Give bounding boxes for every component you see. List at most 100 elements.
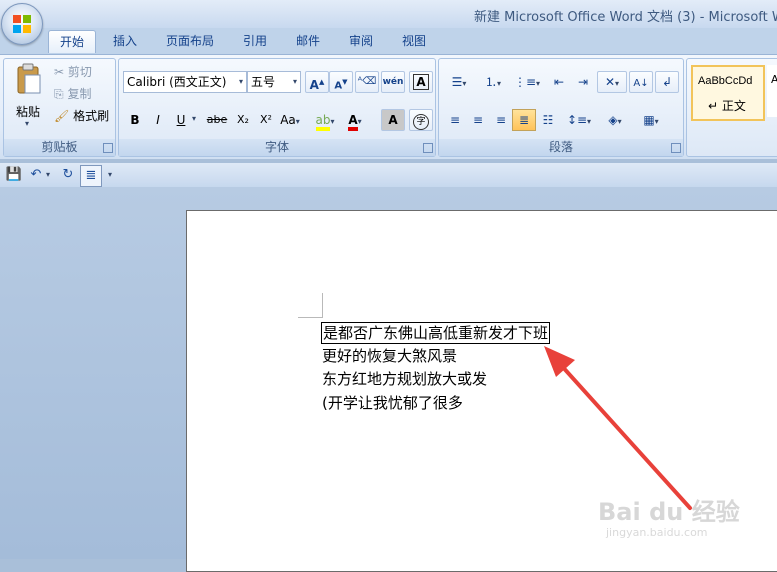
cut-label: 剪切 [67,65,92,79]
document-line[interactable]: 东方红地方规划放大或发 [322,369,487,389]
increase-indent-button[interactable]: ⇥ [571,71,595,93]
window-title: 新建 Microsoft Office Word 文档 (3) - Micros… [474,10,777,25]
grow-font-button[interactable]: A▲ [305,71,329,93]
tab-page-layout[interactable]: 页面布局 [164,30,216,52]
document-line-selected[interactable]: 是都否广东佛山高低重新发才下班 [321,322,551,344]
phonetic-guide-icon: wén [382,77,404,87]
strikethrough-button[interactable]: abe [203,109,231,131]
asian-layout-icon: ✕ [604,75,616,89]
line-spacing-icon: ↕≡ [566,113,588,127]
dialog-launcher-icon[interactable] [103,143,113,153]
paint-bucket-icon: ◈ [608,113,618,127]
change-case-button[interactable]: Aa▾ [278,109,302,131]
numbered-list-icon: ⒈ [484,75,497,89]
document-line[interactable]: 更好的恢复大煞风景 [322,346,457,366]
save-icon[interactable]: 💾 [4,165,24,185]
line-spacing-button[interactable]: ↕≡▾ [563,109,595,131]
office-button[interactable] [1,3,43,45]
font-size-select[interactable]: 五号 ▾ [247,71,301,93]
clipboard-group-label: 剪贴板 [4,139,115,156]
justify-button[interactable]: ≣ [512,109,536,131]
char-shading-button[interactable]: A [381,109,405,131]
italic-button[interactable]: I [146,109,170,131]
paragraph-group: ☰▾ ⒈▾ ⋮≡▾ ⇤ ⇥ ✕▾ A↓ ↲ ≡ ≡ ≡ ≣ ☷ ↕≡▾ ◈▾ ▦… [438,58,684,157]
borders-button[interactable]: ▦▾ [635,109,667,131]
dialog-launcher-icon[interactable] [671,143,681,153]
undo-icon[interactable]: ↶ [26,165,46,185]
show-marks-button[interactable]: ↲ [655,71,679,93]
change-case-icon: Aa [280,113,296,127]
font-color-button[interactable]: A▾ [341,109,369,131]
shrink-font-icon: A [334,80,343,92]
sort-button[interactable]: A↓ [629,71,653,93]
font-name-select[interactable]: Calibri (西文正文) ▾ [123,71,247,93]
subscript-button[interactable]: X₂ [231,109,255,131]
multilevel-list-button[interactable]: ⋮≡▾ [511,71,543,93]
copy-button[interactable]: ⎘ 复制 [54,85,91,103]
scissors-icon: ✂ [54,65,65,79]
dialog-launcher-icon[interactable] [423,143,433,153]
watermark: Bai du 经验 [598,498,740,526]
redo-icon[interactable]: ↻ [58,165,78,185]
watermark-url: jingyan.baidu.com [606,526,708,539]
distributed-button[interactable]: ☷ [536,109,560,131]
clipboard-group: 粘贴 ▾ ✂ 剪切 ⎘ 复制 🖌 格式刷 剪贴板 [3,58,116,157]
outdent-icon: ⇤ [553,75,565,89]
justify-qat-icon[interactable]: ≣ [80,165,102,187]
chevron-down-icon[interactable]: ▾ [46,170,50,179]
style-sample: AaBbCcDd [698,75,753,87]
tab-home[interactable]: 开始 [48,30,97,53]
paste-button[interactable]: 粘贴 ▾ [8,61,48,131]
office-logo-icon [13,15,31,33]
decrease-indent-button[interactable]: ⇤ [547,71,571,93]
bold-button[interactable]: B [123,109,147,131]
cut-button[interactable]: ✂ 剪切 [54,63,92,81]
brush-icon: 🖌 [54,109,70,123]
style-name: ↵ 正文 [708,99,746,113]
chevron-down-icon: ▾ [25,119,30,128]
pilcrow-icon: ↲ [661,75,673,89]
phonetic-guide-button[interactable]: wén [381,71,405,93]
format-painter-button[interactable]: 🖌 格式刷 [54,107,109,125]
clear-format-button[interactable]: ᴬ⌫ [355,71,379,93]
font-group: Calibri (西文正文) ▾ 五号 ▾ A▲ A▼ ᴬ⌫ wén A B I… [118,58,436,157]
sort-icon: A↓ [633,78,649,89]
align-center-button[interactable]: ≡ [466,109,490,131]
border-icon: ▦ [643,113,655,127]
tab-insert[interactable]: 插入 [111,30,139,52]
enclose-char-icon: 字 [413,114,429,130]
customize-qat-icon[interactable]: ▾ [108,170,112,179]
asian-layout-button[interactable]: ✕▾ [597,71,627,93]
font-color-icon: A [348,113,358,131]
align-right-button[interactable]: ≡ [489,109,513,131]
margin-corner-mark [298,293,323,318]
align-left-button[interactable]: ≡ [443,109,467,131]
style-normal[interactable]: AaBbCcDd ↵ 正文 [691,65,765,121]
char-border-icon: A [413,74,429,90]
tab-view[interactable]: 视图 [400,30,428,52]
shading-button[interactable]: ◈▾ [599,109,631,131]
highlight-button[interactable]: ab▾ [311,109,339,131]
align-right-icon: ≡ [495,113,507,127]
numbering-button[interactable]: ⒈▾ [477,71,509,93]
style-next[interactable]: A [767,65,777,117]
multilevel-list-icon: ⋮≡ [513,75,537,89]
document-line[interactable]: (开学让我忧郁了很多 [322,393,463,413]
justify-icon: ≣ [518,113,530,127]
title-bar: 新建 Microsoft Office Word 文档 (3) - Micros… [0,0,777,28]
font-name-value: Calibri (西文正文) [127,75,227,89]
tab-references[interactable]: 引用 [241,30,269,52]
tab-mailings[interactable]: 邮件 [294,30,322,52]
chevron-down-icon[interactable]: ▾ [192,114,196,123]
shrink-font-button[interactable]: A▼ [329,71,353,93]
underline-button[interactable]: U [169,109,193,131]
styles-group: AaBbCcDd ↵ 正文 A [686,58,777,157]
char-border-button[interactable]: A [409,71,433,93]
format-painter-label: 格式刷 [73,109,110,123]
style-sample-2: A [771,73,777,86]
enclose-char-button[interactable]: 字 [409,109,433,131]
superscript-button[interactable]: X² [254,109,278,131]
bullets-button[interactable]: ☰▾ [443,71,475,93]
tab-review[interactable]: 审阅 [347,30,375,52]
paste-icon [17,63,41,94]
